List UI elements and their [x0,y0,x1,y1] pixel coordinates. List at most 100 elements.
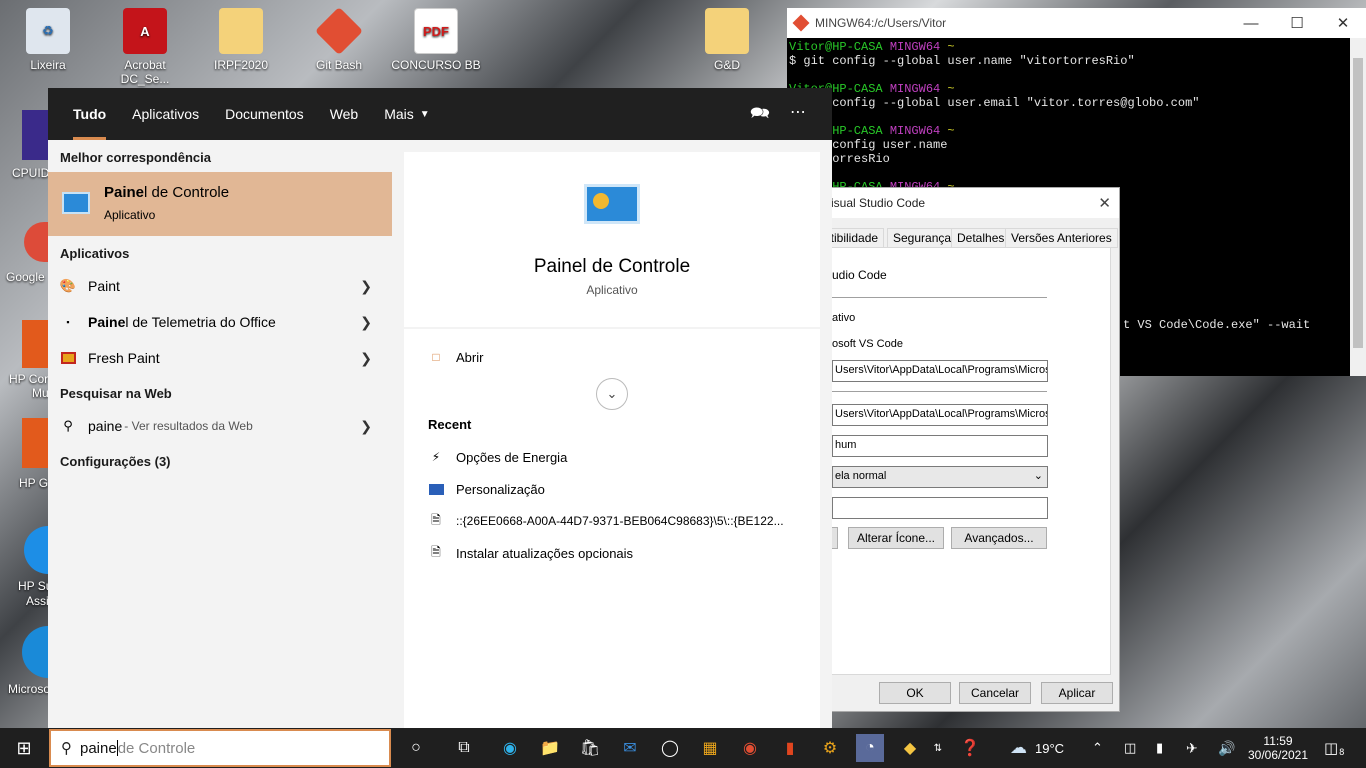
recent-item[interactable]: 🗎 Instalar atualizações opcionais [428,545,633,561]
taskbar: ⊞ ⚲ paine de Controle ○ ⧉ ◉ 📁 🛍 ✉ ◯ ▦ ◉ … [0,728,1366,768]
scrollbar-thumb[interactable] [1353,58,1363,348]
file-icon: 🗎 [431,512,441,527]
run-select[interactable]: ela normal ⌄ [832,466,1048,488]
app-item-fresh-paint[interactable]: Fresh Paint ❯ [48,340,392,376]
help-icon[interactable]: ❓ [956,734,984,762]
start-button[interactable]: ⊞ [10,734,38,762]
ok-button[interactable]: OK [879,682,951,704]
tab-tudo[interactable]: Tudo [60,88,119,140]
apply-button[interactable]: Aplicar [1041,682,1113,704]
terminal-scrollbar[interactable] [1350,38,1366,376]
recent-item[interactable]: ⚡ Opções de Energia [428,449,568,465]
edge-icon[interactable] [22,626,48,678]
open-action[interactable]: □ Abrir [428,349,483,365]
cancel-button[interactable]: Cancelar [959,682,1031,704]
hp-icon[interactable] [22,320,48,368]
taskbar-search-input[interactable]: ⚲ paine de Controle [49,729,391,767]
hp-icon[interactable] [22,418,48,468]
start-search-panel[interactable]: Tudo Aplicativos Documentos Web Mais ▼ 🗪… [48,88,832,728]
desktop-icon-label: CONCURSO BB [391,58,481,72]
tab-web[interactable]: Web [317,88,372,140]
edge-icon[interactable]: ◉ [496,734,524,762]
file-explorer-icon[interactable]: 📁 [536,734,564,762]
terminal-line: vitortorresRio [789,152,890,166]
desktop-icon-irpf2020[interactable]: IRPF2020 [196,8,286,72]
chevron-right-icon[interactable]: ❯ [360,418,372,435]
recent-item[interactable]: Personalização [428,481,545,497]
desktop-icon-label: Git Bash [315,58,363,72]
app-item-telemetria[interactable]: ▪ Painel de Telemetria do Office ❯ [48,304,392,340]
app-item-paint[interactable]: 🎨 Paint ❯ [48,268,392,304]
tab-aplicativos[interactable]: Aplicativos [119,88,212,140]
taskbar-scroll-icon[interactable]: ⇅ [928,734,948,762]
open-icon: □ [432,350,440,364]
mail-icon[interactable]: ✉ [616,734,644,762]
tab-detalhes[interactable]: Detalhes [951,228,1011,248]
cpuid-icon[interactable] [22,110,48,160]
git-extensions-icon[interactable]: ◔ [856,734,884,762]
tab-versoes-anteriores[interactable]: Versões Anteriores [1005,228,1118,248]
task-view-icon[interactable]: ⧉ [450,734,478,762]
volume-icon[interactable]: 🔊 [1218,728,1235,768]
clock[interactable]: 11:59 30/06/2021 [1247,728,1309,768]
git-bash-icon [314,6,364,56]
hp-support-icon[interactable] [24,526,48,574]
shortcut-key-field[interactable]: hum [832,435,1048,457]
minimize-button[interactable]: — [1228,8,1274,38]
desktop-icon-acrobat[interactable]: A Acrobat DC_Se... [100,8,190,86]
maximize-button[interactable]: ☐ [1274,8,1320,38]
notifications-icon[interactable]: ◫ 8 [1324,728,1344,768]
desktop-icon-concurso-bb[interactable]: PDF CONCURSO BB [391,8,481,72]
feedback-icon[interactable]: 🗪 [750,102,770,129]
cortana-icon[interactable]: ○ [402,734,430,762]
tab-mais[interactable]: Mais ▼ [371,88,442,140]
tab-seguranca[interactable]: Segurança [887,228,958,248]
target-field[interactable]: Users\Vitor\AppData\Local\Programs\Micro… [832,360,1048,382]
close-button[interactable]: ✕ [1320,8,1366,38]
open-location-button[interactable] [832,527,838,549]
close-icon[interactable]: ✕ [1098,194,1111,212]
clock-date: 30/06/2021 [1247,748,1309,762]
web-search-item[interactable]: ⚲ paine - Ver resultados da Web ❯ [48,408,392,444]
network-icon[interactable]: ✈ [1186,728,1198,768]
start-in-field[interactable]: Users\Vitor\AppData\Local\Programs\Micro… [832,404,1048,426]
store-icon[interactable]: 🛍 [576,734,604,762]
change-icon-button[interactable]: Alterar Ícone... [848,527,944,549]
more-options-icon[interactable]: ⋯ [790,102,808,122]
terminal-titlebar[interactable]: MINGW64:/c/Users/Vitor — ☐ ✕ [787,8,1366,38]
chevron-right-icon[interactable]: ❯ [360,278,372,295]
desktop-icon-lixeira[interactable]: ♻ Lixeira [3,8,93,72]
battery-icon[interactable]: ▮ [1156,728,1163,768]
desktop-icon-gd[interactable]: G&D [682,8,772,72]
camera-app-icon[interactable]: ◯ [656,734,684,762]
device-icon[interactable]: ◫ [1124,728,1136,768]
chevron-up-icon[interactable]: ⌃ [1092,728,1103,768]
weather-widget[interactable]: ☁ 19°C [1010,728,1064,768]
properties-dialog[interactable]: isual Studio Code ✕ atibilidade Seguranç… [818,187,1120,712]
recent-item[interactable]: 🗎 ::{26EE0668-A00A-44D7-9371-BEB064C9868… [428,512,783,529]
settings-app-icon[interactable]: ⚙ [816,734,844,762]
comment-field[interactable] [832,497,1048,519]
advanced-button[interactable]: Avançados... [951,527,1047,549]
terminal-title: MINGW64:/c/Users/Vitor [815,16,947,30]
terminal-line: $ git config --global user.name "vitorto… [789,54,1135,68]
python-icon[interactable]: ◆ [896,734,924,762]
chevron-right-icon[interactable]: ❯ [360,350,372,367]
desktop-icon-git-bash[interactable]: Git Bash [294,6,384,72]
best-match-item[interactable]: Painel de Controle Aplicativo [48,172,392,236]
apps-header: Aplicativos [60,246,130,261]
desktop-icon-label: IRPF2020 [213,58,269,72]
settings-header[interactable]: Configurações (3) [60,454,171,469]
chevron-right-icon[interactable]: ❯ [360,314,372,331]
desktop-partial-label: Google [6,270,45,284]
expand-button[interactable]: ⌄ [596,378,628,410]
chrome-icon[interactable]: ◉ [736,734,764,762]
file-icon: 🗎 [431,544,441,559]
photos-app-icon[interactable]: ▦ [696,734,724,762]
divider [832,297,1047,298]
tab-documentos[interactable]: Documentos [212,88,317,140]
dialog-titlebar[interactable]: isual Studio Code ✕ [819,188,1119,218]
office-icon[interactable]: ▮ [776,734,804,762]
web-suffix: - Ver resultados da Web [124,419,253,433]
fresh-paint-icon [60,350,76,366]
